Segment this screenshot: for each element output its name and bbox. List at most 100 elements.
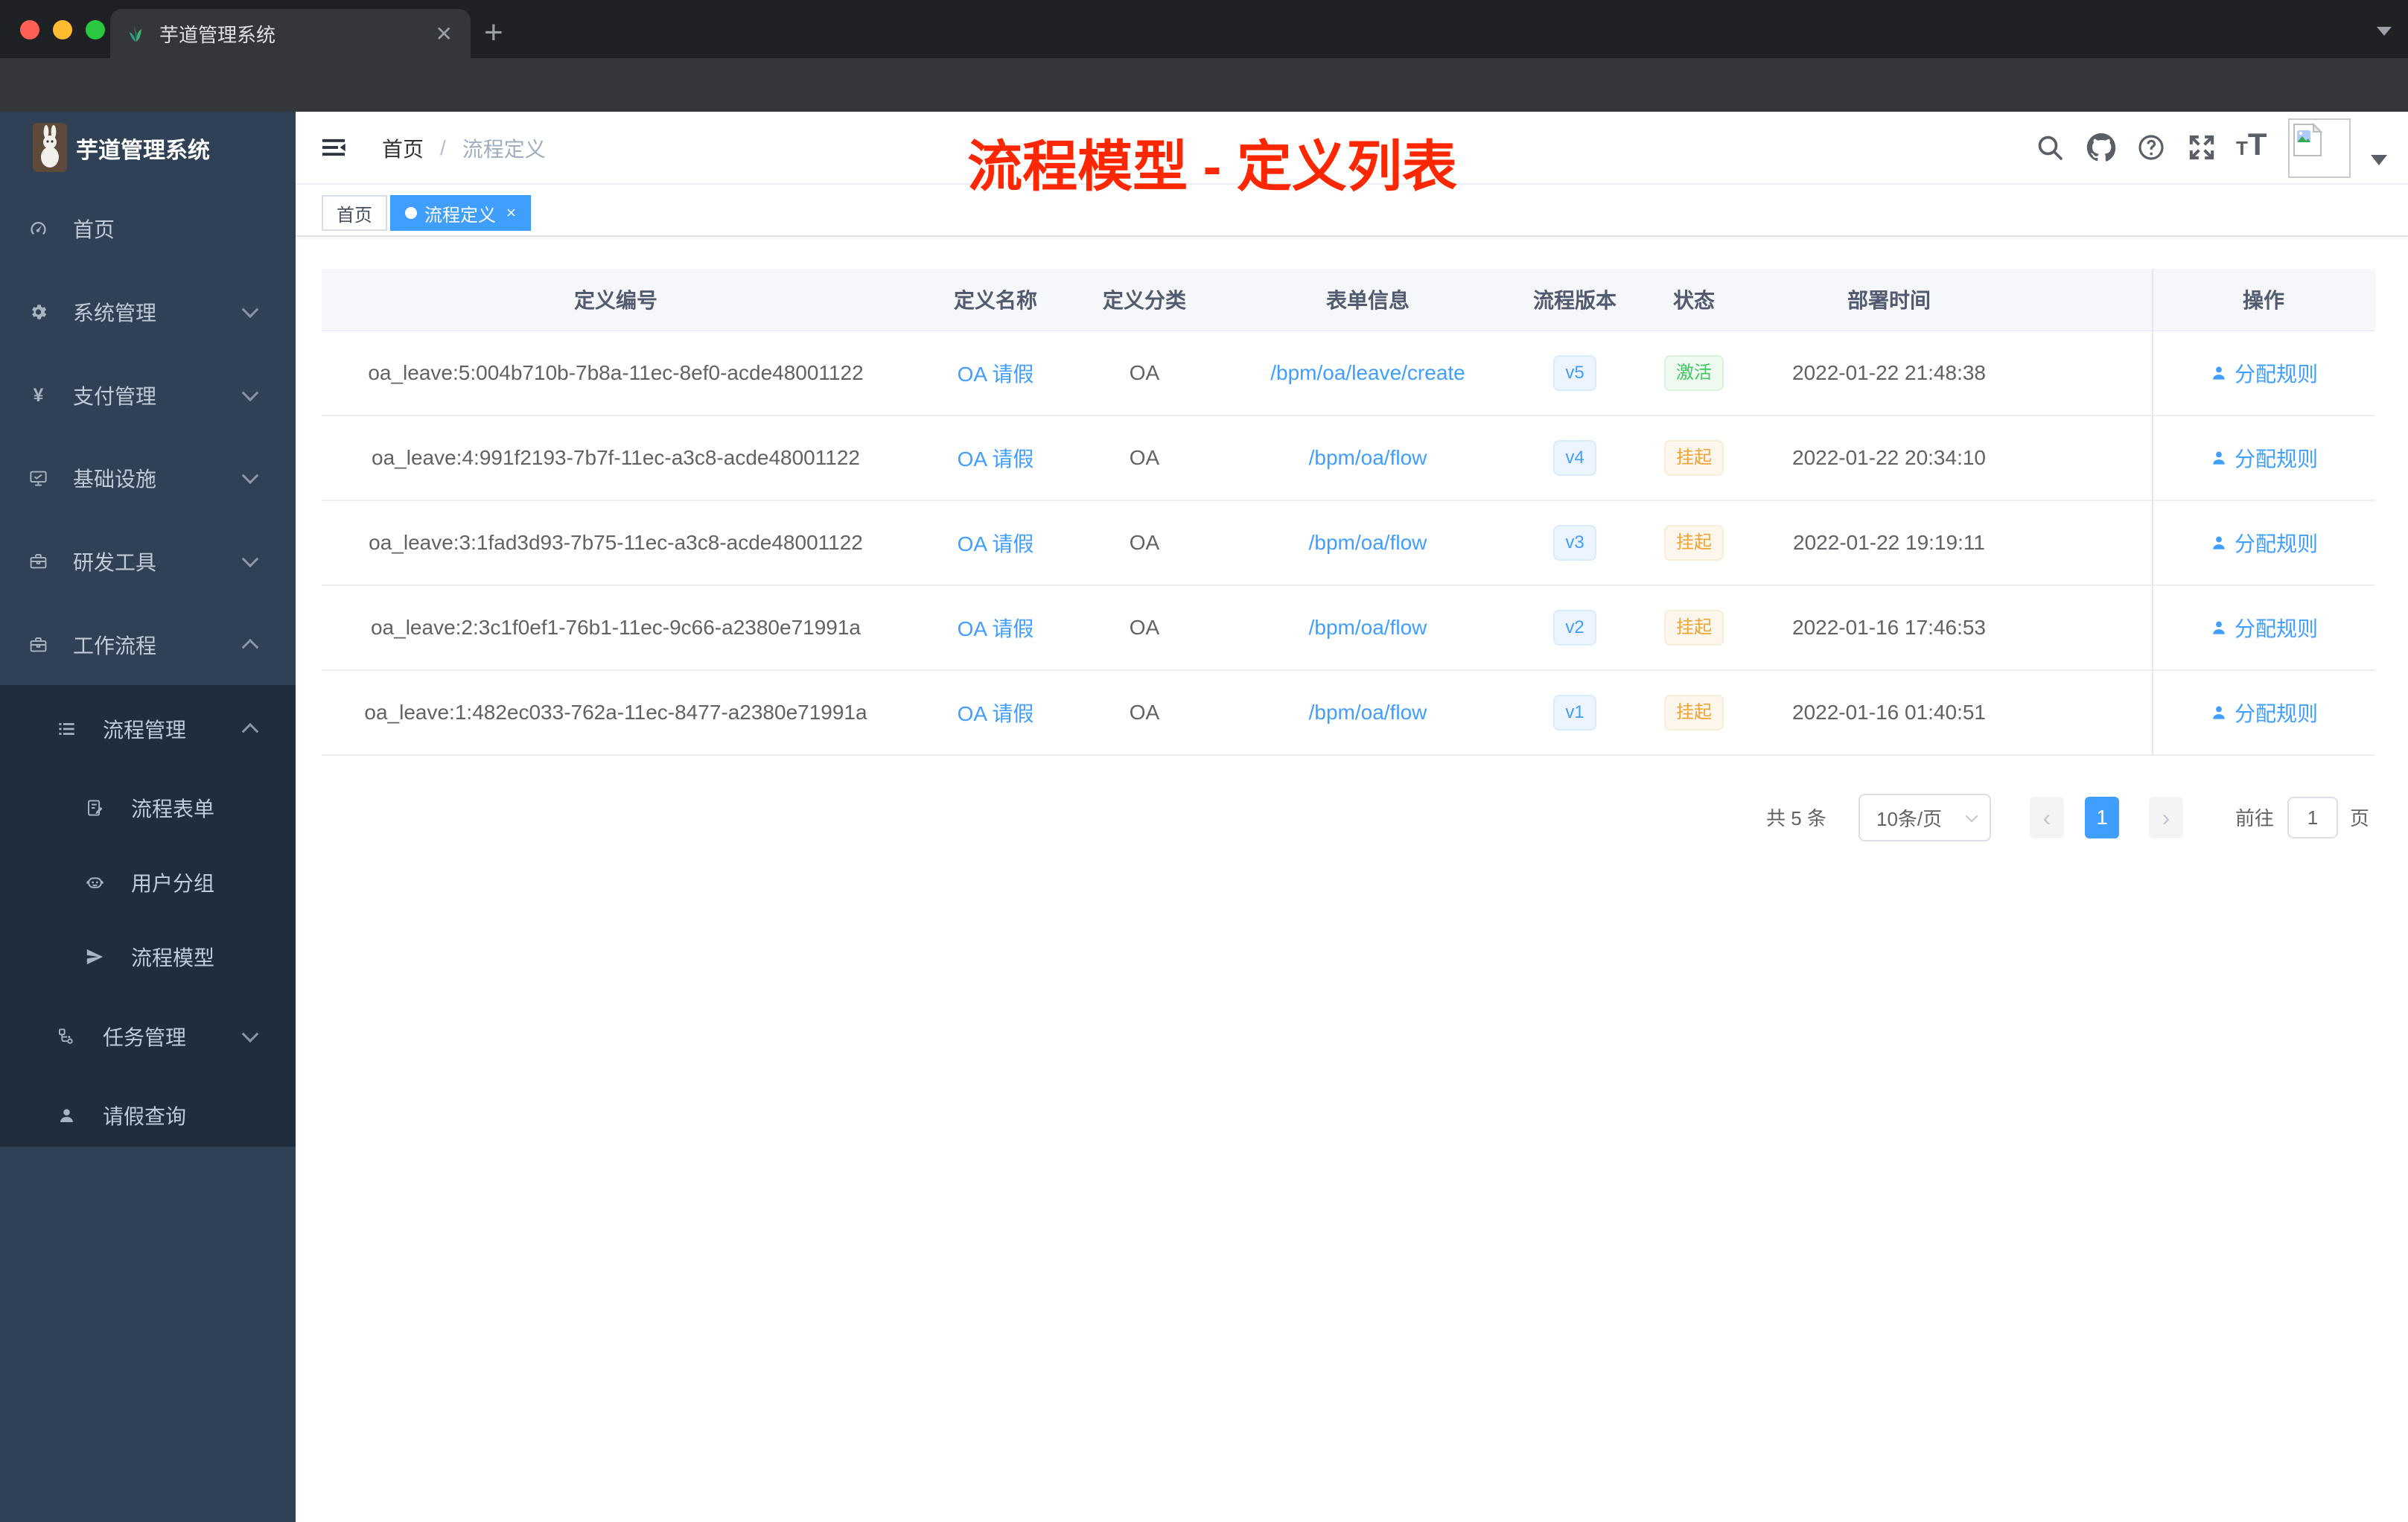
user-avatar[interactable] bbox=[2288, 118, 2351, 178]
page-number-1[interactable]: 1 bbox=[2085, 797, 2119, 838]
font-size-icon[interactable]: TT bbox=[2236, 129, 2272, 160]
table-row: oa_leave:3:1fad3d93-7b75-11ec-a3c8-acde4… bbox=[322, 501, 2375, 586]
sidebar-item-8[interactable]: 流程表单 bbox=[0, 771, 296, 845]
sidebar-item-2[interactable]: 系统管理 bbox=[0, 271, 296, 353]
help-icon[interactable] bbox=[2136, 133, 2166, 162]
page: 芋道管理系统 ✕ + 不安全 dashboard.yudao.iocoder.c… bbox=[0, 0, 2408, 1522]
close-window-button[interactable] bbox=[20, 20, 39, 39]
browser-tab[interactable]: 芋道管理系统 ✕ bbox=[110, 9, 471, 58]
tag-1[interactable]: 首页 bbox=[322, 195, 387, 231]
github-icon[interactable] bbox=[2086, 133, 2116, 162]
dashboard-icon bbox=[28, 219, 48, 239]
breadcrumb-current: 流程定义 bbox=[462, 138, 546, 161]
cell-form-link[interactable]: /bpm/oa/flow bbox=[1208, 416, 1528, 500]
chevron-down-icon bbox=[241, 550, 259, 568]
assign-rule-label: 分配规则 bbox=[2234, 448, 2318, 471]
tab-search-caret-icon[interactable] bbox=[2377, 27, 2392, 36]
status-badge: 挂起 bbox=[1664, 610, 1724, 646]
col-form-info: 表单信息 bbox=[1325, 289, 1410, 312]
col-status: 状态 bbox=[1672, 289, 1715, 312]
table-row: oa_leave:2:3c1f0ef1-76b1-11ec-9c66-a2380… bbox=[322, 586, 2375, 671]
cell-definition-name-link[interactable]: OA 请假 bbox=[910, 331, 1081, 415]
assign-rule-button[interactable]: 分配规则 bbox=[2209, 698, 2318, 727]
cell-version: v5 bbox=[1528, 331, 1622, 415]
table-row: oa_leave:1:482ec033-762a-11ec-8477-a2380… bbox=[322, 671, 2375, 756]
search-icon[interactable] bbox=[2035, 133, 2065, 162]
sidebar-item-9[interactable]: 用户分组 bbox=[0, 845, 296, 920]
avatar-dropdown-caret-icon[interactable] bbox=[2371, 155, 2387, 165]
cell-form-link[interactable]: /bpm/oa/flow bbox=[1208, 501, 1528, 585]
assign-rule-button[interactable]: 分配规则 bbox=[2209, 613, 2318, 643]
assign-rule-label: 分配规则 bbox=[2234, 617, 2318, 640]
sidebar-item-label: 基础设施 bbox=[73, 468, 157, 491]
definition-table: 定义编号 定义名称 定义分类 表单信息 流程版本 状态 部署时间 操作 oa_l… bbox=[322, 269, 2375, 756]
next-page-button[interactable]: › bbox=[2149, 797, 2183, 838]
fixed-column-divider bbox=[2152, 269, 2153, 756]
tasks-icon bbox=[57, 1027, 77, 1047]
cell-operation: 分配规则 bbox=[2152, 671, 2375, 754]
sidebar-item-4[interactable]: 基础设施 bbox=[0, 437, 296, 519]
cell-definition-id: oa_leave:1:482ec033-762a-11ec-8477-a2380… bbox=[364, 701, 867, 724]
cell-operation: 分配规则 bbox=[2152, 586, 2375, 669]
prev-page-button[interactable]: ‹ bbox=[2030, 797, 2064, 838]
cell-form-link[interactable]: /bpm/oa/flow bbox=[1208, 671, 1528, 754]
table-row: oa_leave:5:004b710b-7b8a-11ec-8ef0-acde4… bbox=[322, 331, 2375, 416]
site-favicon-icon bbox=[129, 26, 141, 42]
cell-definition-name-link[interactable]: OA 请假 bbox=[910, 586, 1081, 669]
sidebar-item-7[interactable]: 流程管理 bbox=[0, 692, 296, 766]
user-icon bbox=[57, 1106, 77, 1126]
tag-label: 首页 bbox=[337, 205, 372, 226]
assign-rule-label: 分配规则 bbox=[2234, 702, 2318, 725]
cell-definition-name-link[interactable]: OA 请假 bbox=[910, 671, 1081, 754]
cell-deploy-time: 2022-01-16 17:46:53 bbox=[1792, 616, 1986, 639]
version-badge: v5 bbox=[1553, 355, 1596, 391]
cell-definition-id: oa_leave:5:004b710b-7b8a-11ec-8ef0-acde4… bbox=[368, 361, 864, 384]
page-size-select[interactable]: 10条/页 bbox=[1858, 794, 1991, 841]
gear-icon bbox=[28, 302, 48, 322]
tag-2[interactable]: 流程定义 × bbox=[390, 195, 531, 231]
assign-rule-button[interactable]: 分配规则 bbox=[2209, 528, 2318, 558]
send-icon bbox=[85, 947, 105, 967]
sidebar-item-12[interactable]: 请假查询 bbox=[0, 1078, 296, 1153]
chevron-up-icon bbox=[241, 638, 259, 656]
sidebar-item-11[interactable]: 任务管理 bbox=[0, 999, 296, 1074]
cell-deploy-time: 2022-01-22 19:19:11 bbox=[1793, 531, 1985, 554]
fullscreen-icon[interactable] bbox=[2187, 133, 2217, 162]
breadcrumb-home[interactable]: 首页 bbox=[382, 133, 424, 163]
cell-form-link[interactable]: /bpm/oa/leave/create bbox=[1208, 331, 1528, 415]
cell-operation: 分配规则 bbox=[2152, 501, 2375, 585]
maximize-window-button[interactable] bbox=[86, 20, 105, 39]
sidebar-toggle-icon[interactable] bbox=[320, 134, 347, 161]
assign-rule-button[interactable]: 分配规则 bbox=[2209, 443, 2318, 473]
sidebar-item-label: 首页 bbox=[73, 218, 115, 241]
assign-user-icon bbox=[2209, 363, 2229, 383]
new-tab-button[interactable]: + bbox=[484, 16, 503, 49]
annotation-title: 流程模型 - 定义列表 bbox=[967, 136, 1457, 197]
assign-rule-label: 分配规则 bbox=[2234, 363, 2318, 386]
chevron-down-icon bbox=[241, 1025, 259, 1043]
tag-close-icon[interactable]: × bbox=[506, 203, 516, 223]
cell-status: 挂起 bbox=[1622, 671, 1766, 754]
cell-version: v4 bbox=[1528, 416, 1622, 500]
cell-form-link[interactable]: /bpm/oa/flow bbox=[1208, 586, 1528, 669]
assign-rule-button[interactable]: 分配规则 bbox=[2209, 358, 2318, 388]
sidebar-item-6[interactable]: 工作流程 bbox=[0, 604, 296, 686]
sidebar-item-10[interactable]: 流程模型 bbox=[0, 920, 296, 994]
group-icon bbox=[85, 873, 105, 893]
sidebar-item-label: 流程模型 bbox=[131, 946, 215, 969]
chevron-down-icon bbox=[241, 467, 259, 485]
cell-status: 挂起 bbox=[1622, 586, 1766, 669]
cell-definition-name-link[interactable]: OA 请假 bbox=[910, 501, 1081, 585]
sidebar-item-5[interactable]: 研发工具 bbox=[0, 520, 296, 602]
app-logo[interactable]: 芋道管理系统 bbox=[0, 112, 296, 185]
cell-definition-name-link[interactable]: OA 请假 bbox=[910, 416, 1081, 500]
cell-status: 挂起 bbox=[1622, 416, 1766, 500]
col-deploy-time: 部署时间 bbox=[1847, 289, 1931, 312]
yen-icon: ¥ bbox=[28, 386, 48, 406]
sidebar-item-3[interactable]: ¥ 支付管理 bbox=[0, 354, 296, 436]
tab-close-icon[interactable]: ✕ bbox=[436, 22, 453, 46]
goto-page-input[interactable] bbox=[2287, 797, 2338, 838]
sidebar-item-1[interactable]: 首页 bbox=[0, 188, 296, 270]
cell-status: 挂起 bbox=[1622, 501, 1766, 585]
minimize-window-button[interactable] bbox=[53, 20, 72, 39]
